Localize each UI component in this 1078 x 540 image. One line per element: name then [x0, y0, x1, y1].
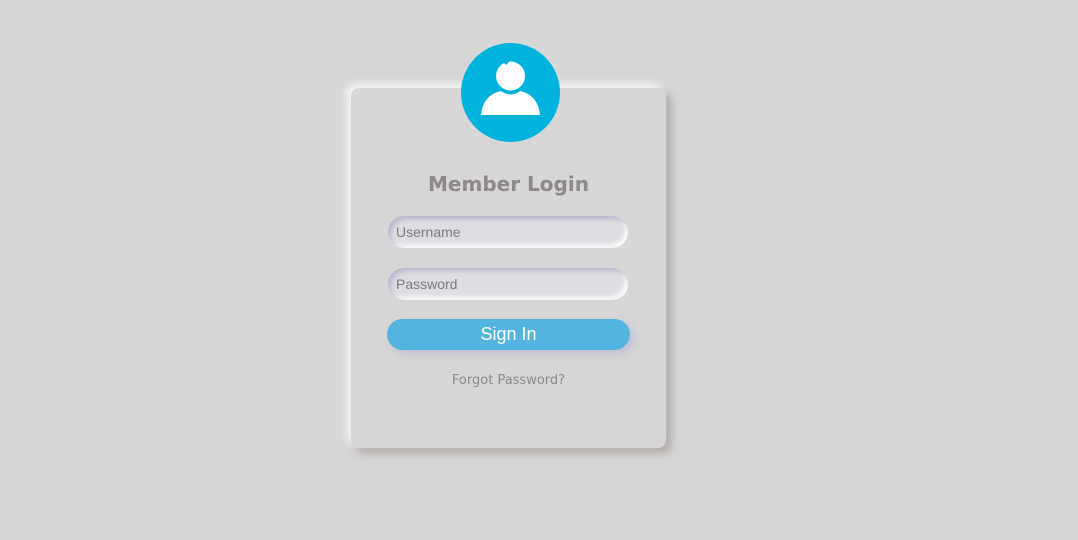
password-field — [388, 268, 628, 300]
avatar — [461, 43, 560, 142]
username-field — [388, 216, 628, 248]
forgot-password-link[interactable]: Forgot Password? — [351, 373, 666, 389]
user-icon — [481, 57, 540, 115]
password-input[interactable] — [388, 268, 628, 300]
username-input[interactable] — [388, 216, 628, 248]
page-title: Member Login — [428, 172, 589, 196]
sign-in-button[interactable]: Sign In — [387, 319, 630, 350]
login-page: Member Login Sign In Forgot Password? — [0, 0, 1078, 540]
